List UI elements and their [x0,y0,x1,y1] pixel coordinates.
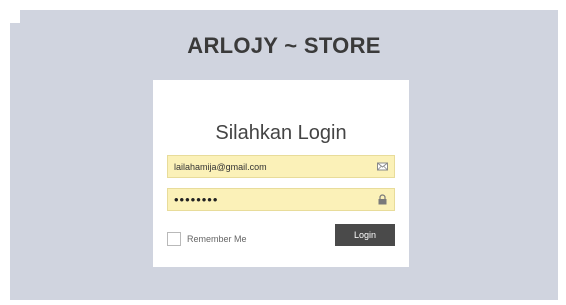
lock-icon [378,194,387,205]
login-heading: Silahkan Login [215,122,347,144]
remember-me[interactable]: Remember Me [167,230,247,247]
login-button[interactable]: Login [335,224,395,246]
email-input[interactable] [168,156,368,177]
email-field[interactable] [167,155,395,178]
envelope-icon [377,162,388,171]
corner-notch [10,10,20,23]
page-background: ARLOJY ~ STORE Silahkan Login Remember M… [10,10,558,300]
password-input[interactable] [168,189,368,210]
remember-label: Remember Me [187,233,247,244]
store-title: ARLOJY ~ STORE [187,33,381,58]
remember-checkbox[interactable] [167,231,181,246]
login-card: Silahkan Login Remember Me Login [153,80,409,267]
password-field[interactable] [167,188,395,211]
